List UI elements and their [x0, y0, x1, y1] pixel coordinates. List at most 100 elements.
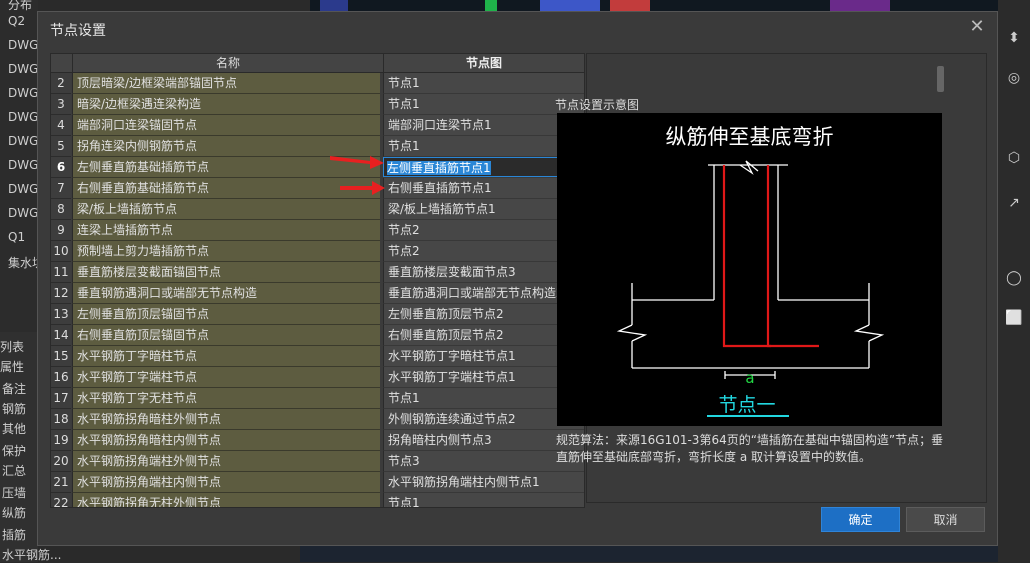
row-node-cell[interactable]: 节点1	[383, 388, 584, 409]
background-property-item[interactable]: 列表	[0, 338, 24, 355]
background-property-item[interactable]: 保护	[2, 442, 26, 459]
row-node-cell[interactable]: 节点1	[383, 94, 584, 115]
close-icon[interactable]: ✕	[967, 16, 987, 38]
table-row[interactable]: 3 暗梁/边框梁遇连梁构造 节点1	[51, 94, 584, 115]
row-node-cell[interactable]: 水平钢筋丁字暗柱节点1	[383, 346, 584, 367]
dialog-titlebar[interactable]: 节点设置 ✕	[38, 12, 997, 44]
background-tree-item[interactable]: DWG	[8, 182, 38, 196]
table-row[interactable]: 16 水平钢筋丁字端柱节点 水平钢筋丁字端柱节点1	[51, 367, 584, 388]
row-node-cell[interactable]: 水平钢筋丁字端柱节点1	[383, 367, 584, 388]
background-property-item[interactable]: 插筋	[2, 526, 26, 543]
table-row[interactable]: 6左侧垂直筋基础插筋节点左侧垂直插筋节点1···	[51, 157, 584, 178]
row-node-cell[interactable]: 节点1	[383, 73, 584, 94]
background-property-item[interactable]: 水平钢筋...	[2, 546, 61, 563]
row-name-cell[interactable]: 水平钢筋丁字无柱节点	[72, 388, 380, 409]
background-property-item[interactable]: 纵筋	[2, 504, 26, 521]
row-name-cell[interactable]: 水平钢筋丁字暗柱节点	[72, 346, 380, 367]
row-node-cell[interactable]: 左侧垂直插筋节点1···	[383, 157, 584, 177]
row-name-cell[interactable]: 水平钢筋拐角无柱外侧节点	[72, 493, 380, 507]
background-tree-item[interactable]: DWG	[8, 62, 38, 76]
table-row[interactable]: 2 顶层暗梁/边框梁端部锚固节点 节点1	[51, 73, 584, 94]
row-name-cell[interactable]: 水平钢筋丁字端柱节点	[72, 367, 380, 388]
table-row[interactable]: 10 预制墙上剪力墙插筋节点 节点2	[51, 241, 584, 262]
table-row[interactable]: 15 水平钢筋丁字暗柱节点 水平钢筋丁字暗柱节点1	[51, 346, 584, 367]
row-name-cell[interactable]: 右侧垂直筋基础插筋节点	[72, 178, 380, 199]
row-node-cell[interactable]: 右侧垂直插筋节点1	[383, 178, 584, 199]
row-name-cell[interactable]: 水平钢筋拐角端柱外侧节点	[72, 451, 380, 472]
row-node-cell[interactable]: 节点3	[383, 451, 584, 472]
table-row[interactable]: 17 水平钢筋丁字无柱节点 节点1	[51, 388, 584, 409]
table-row[interactable]: 11 垂直筋楼层变截面锚固节点 垂直筋楼层变截面节点3	[51, 262, 584, 283]
toolbar-icon[interactable]: ⬡	[1004, 150, 1024, 170]
toolbar-icon[interactable]: ◎	[1004, 70, 1024, 90]
row-name-cell[interactable]: 垂直筋楼层变截面锚固节点	[72, 262, 380, 283]
background-property-item[interactable]: 其他	[2, 420, 26, 437]
table-row[interactable]: 5 拐角连梁内侧钢筋节点 节点1	[51, 136, 584, 157]
background-property-item[interactable]: 属性	[0, 358, 24, 375]
foundation-right-break	[853, 324, 885, 342]
row-node-cell[interactable]: 梁/板上墙插筋节点1	[383, 199, 584, 220]
table-row[interactable]: 9 连梁上墙插筋节点 节点2	[51, 220, 584, 241]
table-row[interactable]: 21 水平钢筋拐角端柱内侧节点 水平钢筋拐角端柱内侧节点1	[51, 472, 584, 493]
background-tree-item[interactable]: Q1	[8, 230, 25, 244]
preview-scrollbar[interactable]	[937, 66, 944, 92]
row-number: 14	[51, 325, 71, 346]
row-name-cell[interactable]: 右侧垂直筋顶层锚固节点	[72, 325, 380, 346]
toolbar-icon[interactable]: ⬜	[1004, 310, 1024, 330]
table-row[interactable]: 7 右侧垂直筋基础插筋节点 右侧垂直插筋节点1	[51, 178, 584, 199]
row-node-cell[interactable]: 节点1	[383, 493, 584, 507]
background-tree-item[interactable]: DWG	[8, 38, 38, 52]
toolbar-icon[interactable]: ↗	[1004, 195, 1024, 215]
column-header-name[interactable]: 名称	[72, 54, 383, 72]
row-node-cell[interactable]: 左侧垂直筋顶层节点2	[383, 304, 584, 325]
table-row[interactable]: 22 水平钢筋拐角无柱外侧节点 节点1	[51, 493, 584, 507]
background-tree-item[interactable]: DWG	[8, 134, 38, 148]
row-node-cell[interactable]: 右侧垂直筋顶层节点2	[383, 325, 584, 346]
ok-button[interactable]: 确定	[821, 507, 900, 532]
row-node-cell[interactable]: 节点1	[383, 136, 584, 157]
row-name-cell[interactable]: 顶层暗梁/边框梁端部锚固节点	[72, 73, 380, 94]
background-tree-item[interactable]: Q2	[8, 14, 25, 28]
table-row[interactable]: 14 右侧垂直筋顶层锚固节点 右侧垂直筋顶层节点2	[51, 325, 584, 346]
annotation-arrow-row7	[340, 181, 385, 195]
row-name-cell[interactable]: 左侧垂直筋顶层锚固节点	[72, 304, 380, 325]
row-name-cell[interactable]: 连梁上墙插筋节点	[72, 220, 380, 241]
background-tree-item[interactable]: 分布	[8, 0, 32, 13]
row-name-cell[interactable]: 垂直钢筋遇洞口或端部无节点构造	[72, 283, 380, 304]
table-row[interactable]: 13 左侧垂直筋顶层锚固节点 左侧垂直筋顶层节点2	[51, 304, 584, 325]
table-row[interactable]: 12 垂直钢筋遇洞口或端部无节点构造 垂直筋遇洞口或端部无节点构造2	[51, 283, 584, 304]
row-name-cell[interactable]: 梁/板上墙插筋节点	[72, 199, 380, 220]
table-row[interactable]: 8 梁/板上墙插筋节点 梁/板上墙插筋节点1	[51, 199, 584, 220]
toolbar-icon[interactable]: ◯	[1004, 270, 1024, 290]
table-row[interactable]: 18 水平钢筋拐角暗柱外侧节点 外侧钢筋连续通过节点2	[51, 409, 584, 430]
background-property-item[interactable]: 备注	[2, 380, 26, 397]
cancel-button[interactable]: 取消	[906, 507, 985, 532]
row-node-cell[interactable]: 垂直筋遇洞口或端部无节点构造2	[383, 283, 584, 304]
table-row[interactable]: 20 水平钢筋拐角端柱外侧节点 节点3	[51, 451, 584, 472]
table-row[interactable]: 19 水平钢筋拐角暗柱内侧节点 拐角暗柱内侧节点3	[51, 430, 584, 451]
row-name-cell[interactable]: 水平钢筋拐角暗柱外侧节点	[72, 409, 380, 430]
row-name-cell[interactable]: 水平钢筋拐角端柱内侧节点	[72, 472, 380, 493]
background-property-item[interactable]: 钢筋	[2, 400, 26, 417]
row-node-cell[interactable]: 外侧钢筋连续通过节点2	[383, 409, 584, 430]
background-tree-item[interactable]: DWG	[8, 158, 38, 172]
row-node-cell[interactable]: 垂直筋楼层变截面节点3	[383, 262, 584, 283]
background-property-item[interactable]: 压墙	[2, 484, 26, 501]
background-tree-item[interactable]: DWG	[8, 206, 38, 220]
table-row[interactable]: 4 端部洞口连梁锚固节点 端部洞口连梁节点1	[51, 115, 584, 136]
row-name-cell[interactable]: 水平钢筋拐角暗柱内侧节点	[72, 430, 380, 451]
column-header-node[interactable]: 节点图	[383, 54, 584, 72]
background-property-item[interactable]: 汇总	[2, 462, 26, 479]
row-node-cell[interactable]: 端部洞口连梁节点1	[383, 115, 584, 136]
toolbar-icon[interactable]: ⬍	[1004, 30, 1024, 50]
row-node-cell[interactable]: 节点2	[383, 220, 584, 241]
background-tree-item[interactable]: DWG	[8, 86, 38, 100]
row-name-cell[interactable]: 预制墙上剪力墙插筋节点	[72, 241, 380, 262]
row-node-cell[interactable]: 节点2	[383, 241, 584, 262]
node-cell-edit-text[interactable]: 左侧垂直插筋节点1	[387, 161, 491, 175]
background-tree-item[interactable]: DWG	[8, 110, 38, 124]
row-name-cell[interactable]: 端部洞口连梁锚固节点	[72, 115, 380, 136]
row-name-cell[interactable]: 暗梁/边框梁遇连梁构造	[72, 94, 380, 115]
row-node-cell[interactable]: 水平钢筋拐角端柱内侧节点1	[383, 472, 584, 493]
row-node-cell[interactable]: 拐角暗柱内侧节点3	[383, 430, 584, 451]
